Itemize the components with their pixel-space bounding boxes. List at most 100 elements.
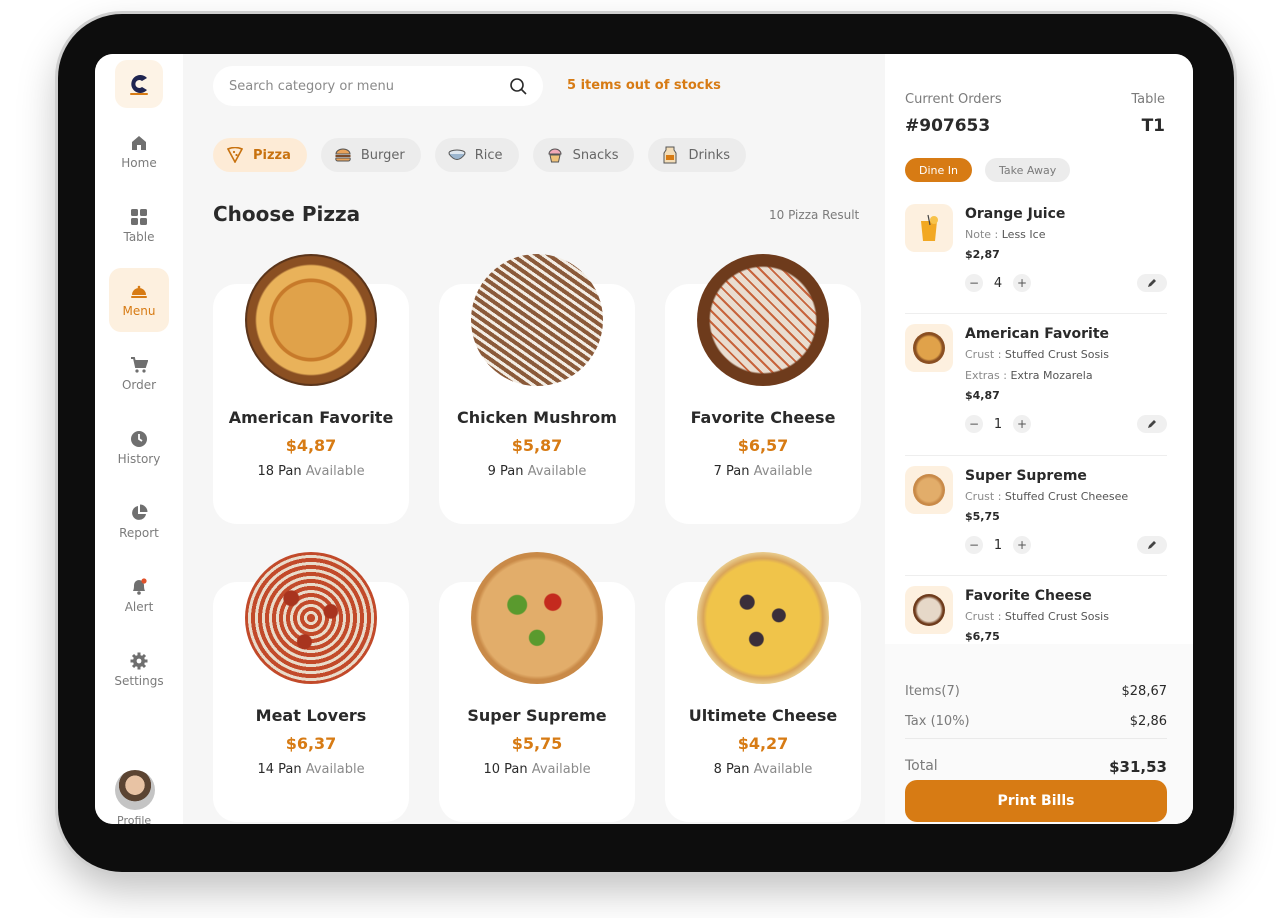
- pizza-image: [697, 254, 829, 386]
- product-card[interactable]: Ultimete Cheese $4,27 8 Pan Available: [665, 552, 861, 822]
- pencil-icon: [1148, 279, 1156, 287]
- decrease-qty-button[interactable]: −: [965, 415, 983, 433]
- edit-item-button[interactable]: [1137, 274, 1167, 292]
- order-item: American Favorite Crust : Stuffed Crust …: [905, 314, 1167, 456]
- pan-count: 18 Pan: [257, 464, 302, 479]
- product-price: $5,87: [511, 436, 563, 455]
- clock-icon: [131, 431, 147, 447]
- availability-label: Available: [527, 464, 587, 479]
- totals-divider: [905, 738, 1167, 739]
- search-input[interactable]: [229, 78, 509, 94]
- table-number: T1: [1141, 116, 1165, 136]
- sidebar-item-table[interactable]: Table: [109, 194, 169, 258]
- take-away-toggle[interactable]: Take Away: [985, 158, 1071, 182]
- search-icon[interactable]: [509, 77, 527, 95]
- sidebar-item-label: Menu: [122, 304, 156, 318]
- order-item-price: $2,87: [965, 248, 1000, 261]
- order-thumb: [905, 466, 953, 514]
- items-value: $28,67: [1121, 684, 1168, 699]
- app-logo[interactable]: [115, 60, 163, 108]
- decrease-qty-button[interactable]: −: [965, 274, 983, 292]
- order-list[interactable]: Orange Juice Note : Less Ice $2,87 − 4 +…: [885, 194, 1193, 644]
- quantity-stepper: − 4 +: [965, 274, 1031, 292]
- order-item-crust: Crust : Stuffed Crust Cheesee: [965, 490, 1128, 503]
- sidebar-item-settings[interactable]: Settings: [109, 638, 169, 702]
- tab-drinks[interactable]: Drinks: [648, 138, 746, 172]
- sidebar-item-alert[interactable]: Alert: [109, 564, 169, 628]
- total-row: Total $31,53: [905, 758, 1167, 776]
- tab-snacks[interactable]: Snacks: [532, 138, 635, 172]
- product-card[interactable]: Chicken Mushrom $5,87 9 Pan Available: [439, 254, 635, 524]
- pizza-image: [471, 254, 603, 386]
- product-name: Meat Lovers: [255, 706, 367, 725]
- gear-icon: [130, 652, 148, 670]
- sidebar-item-order[interactable]: Order: [109, 342, 169, 406]
- cloche-icon: [131, 285, 147, 298]
- crust-value: Stuffed Crust Cheesee: [1004, 490, 1129, 503]
- product-name: Ultimete Cheese: [688, 706, 838, 725]
- increase-qty-button[interactable]: +: [1013, 415, 1031, 433]
- table-label: Table: [1131, 92, 1165, 107]
- product-price: $4,27: [737, 734, 789, 753]
- sidebar-item-home[interactable]: Home: [109, 120, 169, 184]
- edit-item-button[interactable]: [1137, 536, 1167, 554]
- availability-label: Available: [305, 762, 365, 777]
- sidebar-item-history[interactable]: History: [109, 416, 169, 480]
- product-card[interactable]: Super Supreme $5,75 10 Pan Available: [439, 552, 635, 822]
- product-name: American Favorite: [228, 408, 394, 427]
- product-card[interactable]: American Favorite $4,87 18 Pan Available: [213, 254, 409, 524]
- sidebar-item-report[interactable]: Report: [109, 490, 169, 554]
- product-availability: 10 Pan Available: [439, 762, 635, 777]
- cupcake-icon: [545, 145, 565, 165]
- pan-count: 10 Pan: [483, 762, 528, 777]
- pizza-image: [245, 552, 377, 684]
- pizza-image: [697, 552, 829, 684]
- print-bills-button[interactable]: Print Bills: [905, 780, 1167, 822]
- crust-key: Crust :: [965, 348, 1005, 361]
- sidebar-item-menu[interactable]: Menu: [109, 268, 169, 332]
- product-price: $6,57: [737, 436, 789, 455]
- tab-rice[interactable]: Rice: [434, 138, 519, 172]
- tab-burger[interactable]: Burger: [320, 138, 421, 172]
- crust-key: Crust :: [965, 490, 1005, 503]
- increase-qty-button[interactable]: +: [1013, 536, 1031, 554]
- dine-in-toggle[interactable]: Dine In: [905, 158, 972, 182]
- avatar[interactable]: [115, 770, 155, 810]
- crust-value: Stuffed Crust Sosis: [1004, 348, 1109, 361]
- pan-count: 9 Pan: [487, 464, 524, 479]
- product-card[interactable]: Favorite Cheese $6,57 7 Pan Available: [665, 254, 861, 524]
- availability-label: Available: [531, 762, 591, 777]
- decrease-qty-button[interactable]: −: [965, 536, 983, 554]
- edit-item-button[interactable]: [1137, 415, 1167, 433]
- cart-icon: [131, 357, 148, 373]
- quantity-value: 1: [993, 537, 1003, 553]
- order-thumb: [905, 324, 953, 372]
- product-card[interactable]: Meat Lovers $6,37 14 Pan Available: [213, 552, 409, 822]
- current-orders-panel: Current Orders #907653 Table T1 Dine In …: [885, 54, 1193, 824]
- total-value: $31,53: [1109, 758, 1167, 776]
- increase-qty-button[interactable]: +: [1013, 274, 1031, 292]
- items-subtotal-row: Items(7) $28,67: [905, 684, 1167, 699]
- order-item-crust: Crust : Stuffed Crust Sosis: [965, 610, 1109, 623]
- tablet-frame: Home Table Menu Order History Report Ale…: [58, 14, 1234, 872]
- product-availability: 8 Pan Available: [665, 762, 861, 777]
- pencil-icon: [1148, 420, 1156, 428]
- sidebar-item-label: History: [117, 452, 161, 466]
- sidebar-item-label: Settings: [114, 674, 164, 688]
- burger-icon: [333, 145, 353, 165]
- tab-pizza[interactable]: Pizza: [213, 138, 307, 172]
- crust-key: Crust :: [965, 610, 1005, 623]
- availability-label: Available: [753, 464, 813, 479]
- order-item-price: $5,75: [965, 510, 1000, 523]
- rice-bowl-icon: [447, 145, 467, 165]
- product-price: $5,75: [511, 734, 563, 753]
- juice-glass-icon: [921, 214, 938, 241]
- out-of-stock-notice[interactable]: 5 items out of stocks: [567, 78, 721, 93]
- product-name: Super Supreme: [467, 706, 607, 725]
- product-name: Chicken Mushrom: [457, 408, 617, 427]
- pan-count: 7 Pan: [713, 464, 750, 479]
- quantity-value: 4: [993, 275, 1003, 291]
- drink-carton-icon: [660, 145, 680, 165]
- sidebar-item-label: Report: [119, 526, 159, 540]
- profile-label: Profile: [117, 814, 152, 824]
